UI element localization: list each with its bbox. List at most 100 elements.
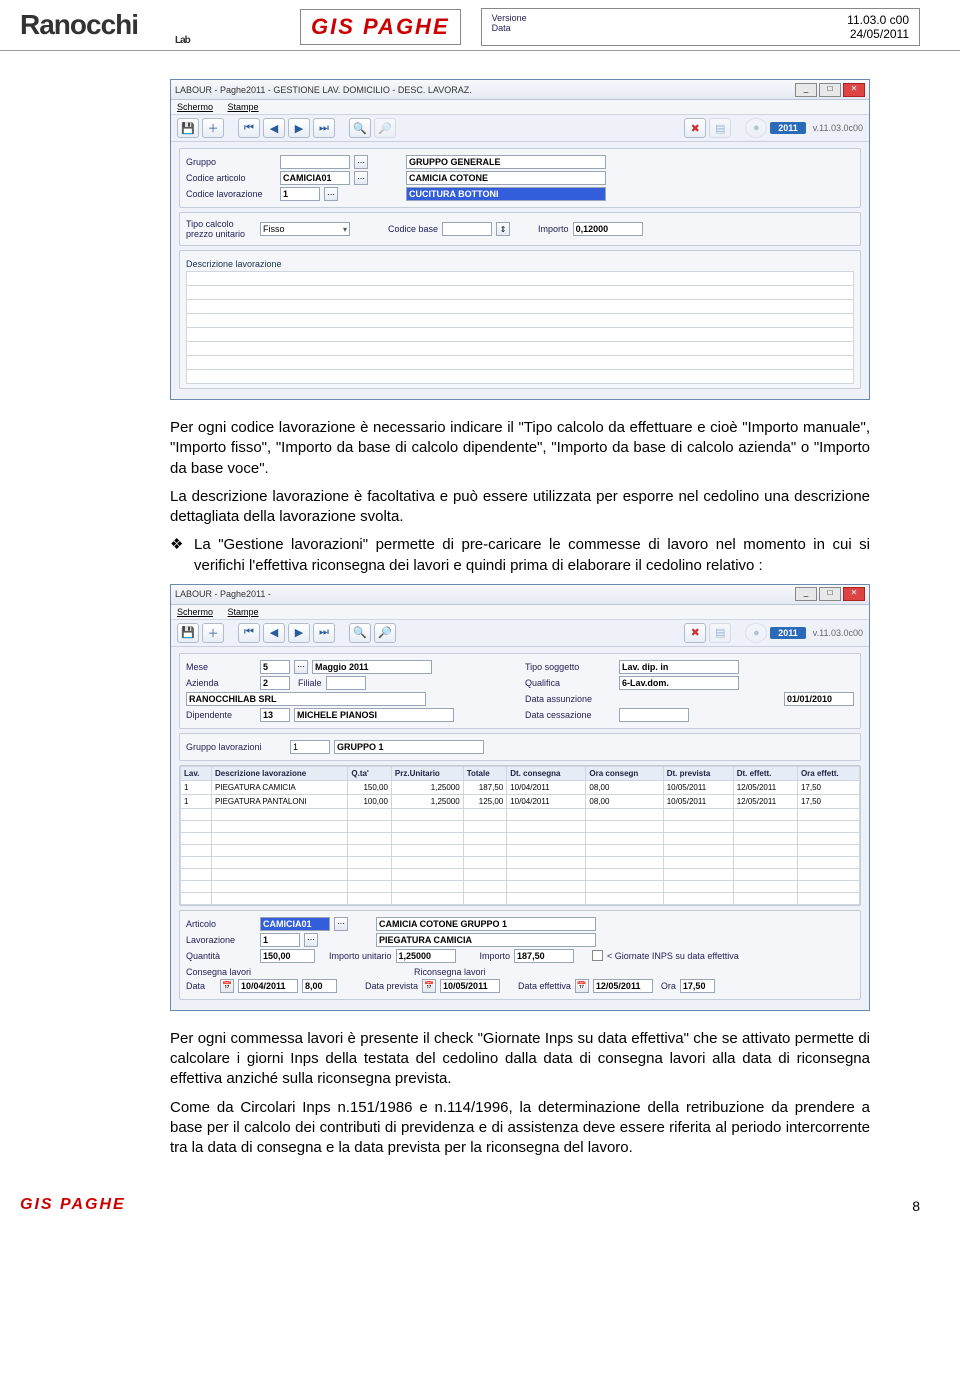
zoom-icon[interactable]: 🔎 (374, 118, 396, 138)
dataprev-input[interactable]: 10/05/2011 (440, 979, 500, 993)
dataprev-label: Data prevista (365, 981, 418, 991)
window-title: LABOUR - Paghe2011 - GESTIONE LAV. DOMIC… (175, 85, 795, 95)
ora-consegna-input[interactable]: 8,00 (302, 979, 337, 993)
status-icon: ● (745, 623, 767, 643)
search-icon[interactable]: 🔍 (349, 118, 371, 138)
column-header: Totale (463, 766, 507, 780)
prev-icon[interactable]: ◀ (263, 623, 285, 643)
calendar-icon[interactable]: 📅 (575, 979, 589, 993)
table-row[interactable] (181, 892, 860, 904)
table-row[interactable] (181, 808, 860, 820)
save-icon[interactable]: 💾 (177, 623, 199, 643)
spinner-icon[interactable]: ⇕ (496, 222, 510, 236)
next-icon[interactable]: ▶ (288, 623, 310, 643)
calendar-icon[interactable]: 📅 (422, 979, 436, 993)
window-buttons: _ □ ✕ (795, 587, 865, 601)
table-row[interactable] (181, 856, 860, 868)
delete-icon[interactable]: ✖ (684, 623, 706, 643)
screenshot-window-2: LABOUR - Paghe2011 - _ □ ✕ Schermo Stamp… (170, 584, 870, 1011)
maximize-button[interactable]: □ (819, 587, 841, 601)
paragraph-4: Come da Circolari Inps n.151/1986 e n.11… (170, 1098, 870, 1159)
menu-schermo[interactable]: Schermo (177, 607, 213, 617)
table-row[interactable]: 1PIEGATURA PANTALONI100,001,25000125,001… (181, 794, 860, 808)
codbase-input[interactable] (442, 222, 492, 236)
table-row[interactable] (181, 820, 860, 832)
lookup-icon[interactable]: ⋯ (354, 171, 368, 185)
gruppo-input[interactable] (280, 155, 350, 169)
table-row[interactable] (181, 844, 860, 856)
calendar-icon[interactable]: 📅 (220, 979, 234, 993)
dip-label: Dipendente (186, 710, 256, 720)
close-button[interactable]: ✕ (843, 83, 865, 97)
last-icon[interactable]: ⏭ (313, 623, 335, 643)
zoom-icon[interactable]: 🔎 (374, 623, 396, 643)
delete-icon[interactable]: ✖ (684, 118, 706, 138)
search-icon[interactable]: 🔍 (349, 623, 371, 643)
lookup-icon[interactable]: ⋯ (294, 660, 308, 674)
datacess-value (619, 708, 689, 722)
dataeff-input[interactable]: 12/05/2011 (593, 979, 653, 993)
save-icon[interactable]: 💾 (177, 118, 199, 138)
table-row[interactable]: 1PIEGATURA CAMICIA150,001,25000187,5010/… (181, 780, 860, 794)
screenshot-window-1: LABOUR - Paghe2011 - GESTIONE LAV. DOMIC… (170, 79, 870, 400)
lookup-icon[interactable]: ⋯ (334, 917, 348, 931)
ora-eff-input[interactable]: 17,50 (680, 979, 715, 993)
tool-icon[interactable]: ▤ (709, 623, 731, 643)
giornate-inps-checkbox[interactable] (592, 950, 603, 961)
table-row[interactable] (181, 868, 860, 880)
first-icon[interactable]: ⏮ (238, 118, 260, 138)
prev-icon[interactable]: ◀ (263, 118, 285, 138)
table-row[interactable] (181, 880, 860, 892)
page-header: Ranocchi Lab GIS PAGHE Versione Data 11.… (0, 0, 960, 51)
new-icon[interactable]: ＋ (202, 118, 224, 138)
mese-input[interactable]: 5 (260, 660, 290, 674)
filiale-input[interactable] (326, 676, 366, 690)
lavorazioni-grid[interactable]: Lav.Descrizione lavorazioneQ.ta'Prz.Unit… (180, 766, 860, 905)
impunit-input[interactable]: 1,25000 (396, 949, 456, 963)
codlav-input[interactable]: 1 (280, 187, 320, 201)
last-icon[interactable]: ⏭ (313, 118, 335, 138)
importo-label: Importo (538, 224, 569, 234)
codlav-desc[interactable]: CUCITURA BOTTONI (406, 187, 606, 201)
importo-input[interactable]: 0,12000 (573, 222, 643, 236)
gruppolav-input[interactable]: 1 (290, 740, 330, 754)
group-fieldset: Gruppo ⋯ GRUPPO GENERALE Codice articolo… (179, 148, 861, 208)
articolo-input[interactable]: CAMICIA01 (260, 917, 330, 931)
dataeff-label: Data effettiva (518, 981, 571, 991)
tipocalc-combo[interactable]: Fisso (260, 222, 350, 236)
menu-bar: Schermo Stampe (171, 605, 869, 620)
consegna-label: Consegna lavori (186, 967, 276, 977)
lookup-icon[interactable]: ⋯ (304, 933, 318, 947)
azienda-input[interactable]: 2 (260, 676, 290, 690)
lookup-icon[interactable]: ⋯ (354, 155, 368, 169)
menu-stampe[interactable]: Stampe (228, 607, 259, 617)
next-icon[interactable]: ▶ (288, 118, 310, 138)
lookup-icon[interactable]: ⋯ (324, 187, 338, 201)
table-row[interactable] (181, 832, 860, 844)
maximize-button[interactable]: □ (819, 83, 841, 97)
menu-stampe[interactable]: Stampe (228, 102, 259, 112)
toolbar: 💾 ＋ ⏮ ◀ ▶ ⏭ 🔍 🔎 ✖ ▤ ● 2011 v.11.03.0c00 (171, 620, 869, 647)
tool-icon[interactable]: ▤ (709, 118, 731, 138)
gruppolav-desc: GRUPPO 1 (334, 740, 484, 754)
lavorazione-input[interactable]: 1 (260, 933, 300, 947)
menu-schermo[interactable]: Schermo (177, 102, 213, 112)
gruppolav-label: Gruppo lavorazioni (186, 742, 286, 752)
minimize-button[interactable]: _ (795, 587, 817, 601)
qualifica-value: 6-Lav.dom. (619, 676, 739, 690)
dip-input[interactable]: 13 (260, 708, 290, 722)
product-logo: GIS PAGHE (300, 9, 461, 45)
gruppo-desc: GRUPPO GENERALE (406, 155, 606, 169)
data-consegna-input[interactable]: 10/04/2011 (238, 979, 298, 993)
dataass-label: Data assunzione (525, 694, 615, 704)
new-icon[interactable]: ＋ (202, 623, 224, 643)
riconsegna-label: Riconsegna lavori (414, 967, 486, 977)
first-icon[interactable]: ⏮ (238, 623, 260, 643)
codart-input[interactable]: CAMICIA01 (280, 171, 350, 185)
close-button[interactable]: ✕ (843, 587, 865, 601)
minimize-button[interactable]: _ (795, 83, 817, 97)
desc-grid[interactable] (186, 271, 854, 384)
quantita-input[interactable]: 150,00 (260, 949, 315, 963)
tiposogg-value: Lav. dip. in (619, 660, 739, 674)
year-badge: 2011 (770, 627, 806, 639)
